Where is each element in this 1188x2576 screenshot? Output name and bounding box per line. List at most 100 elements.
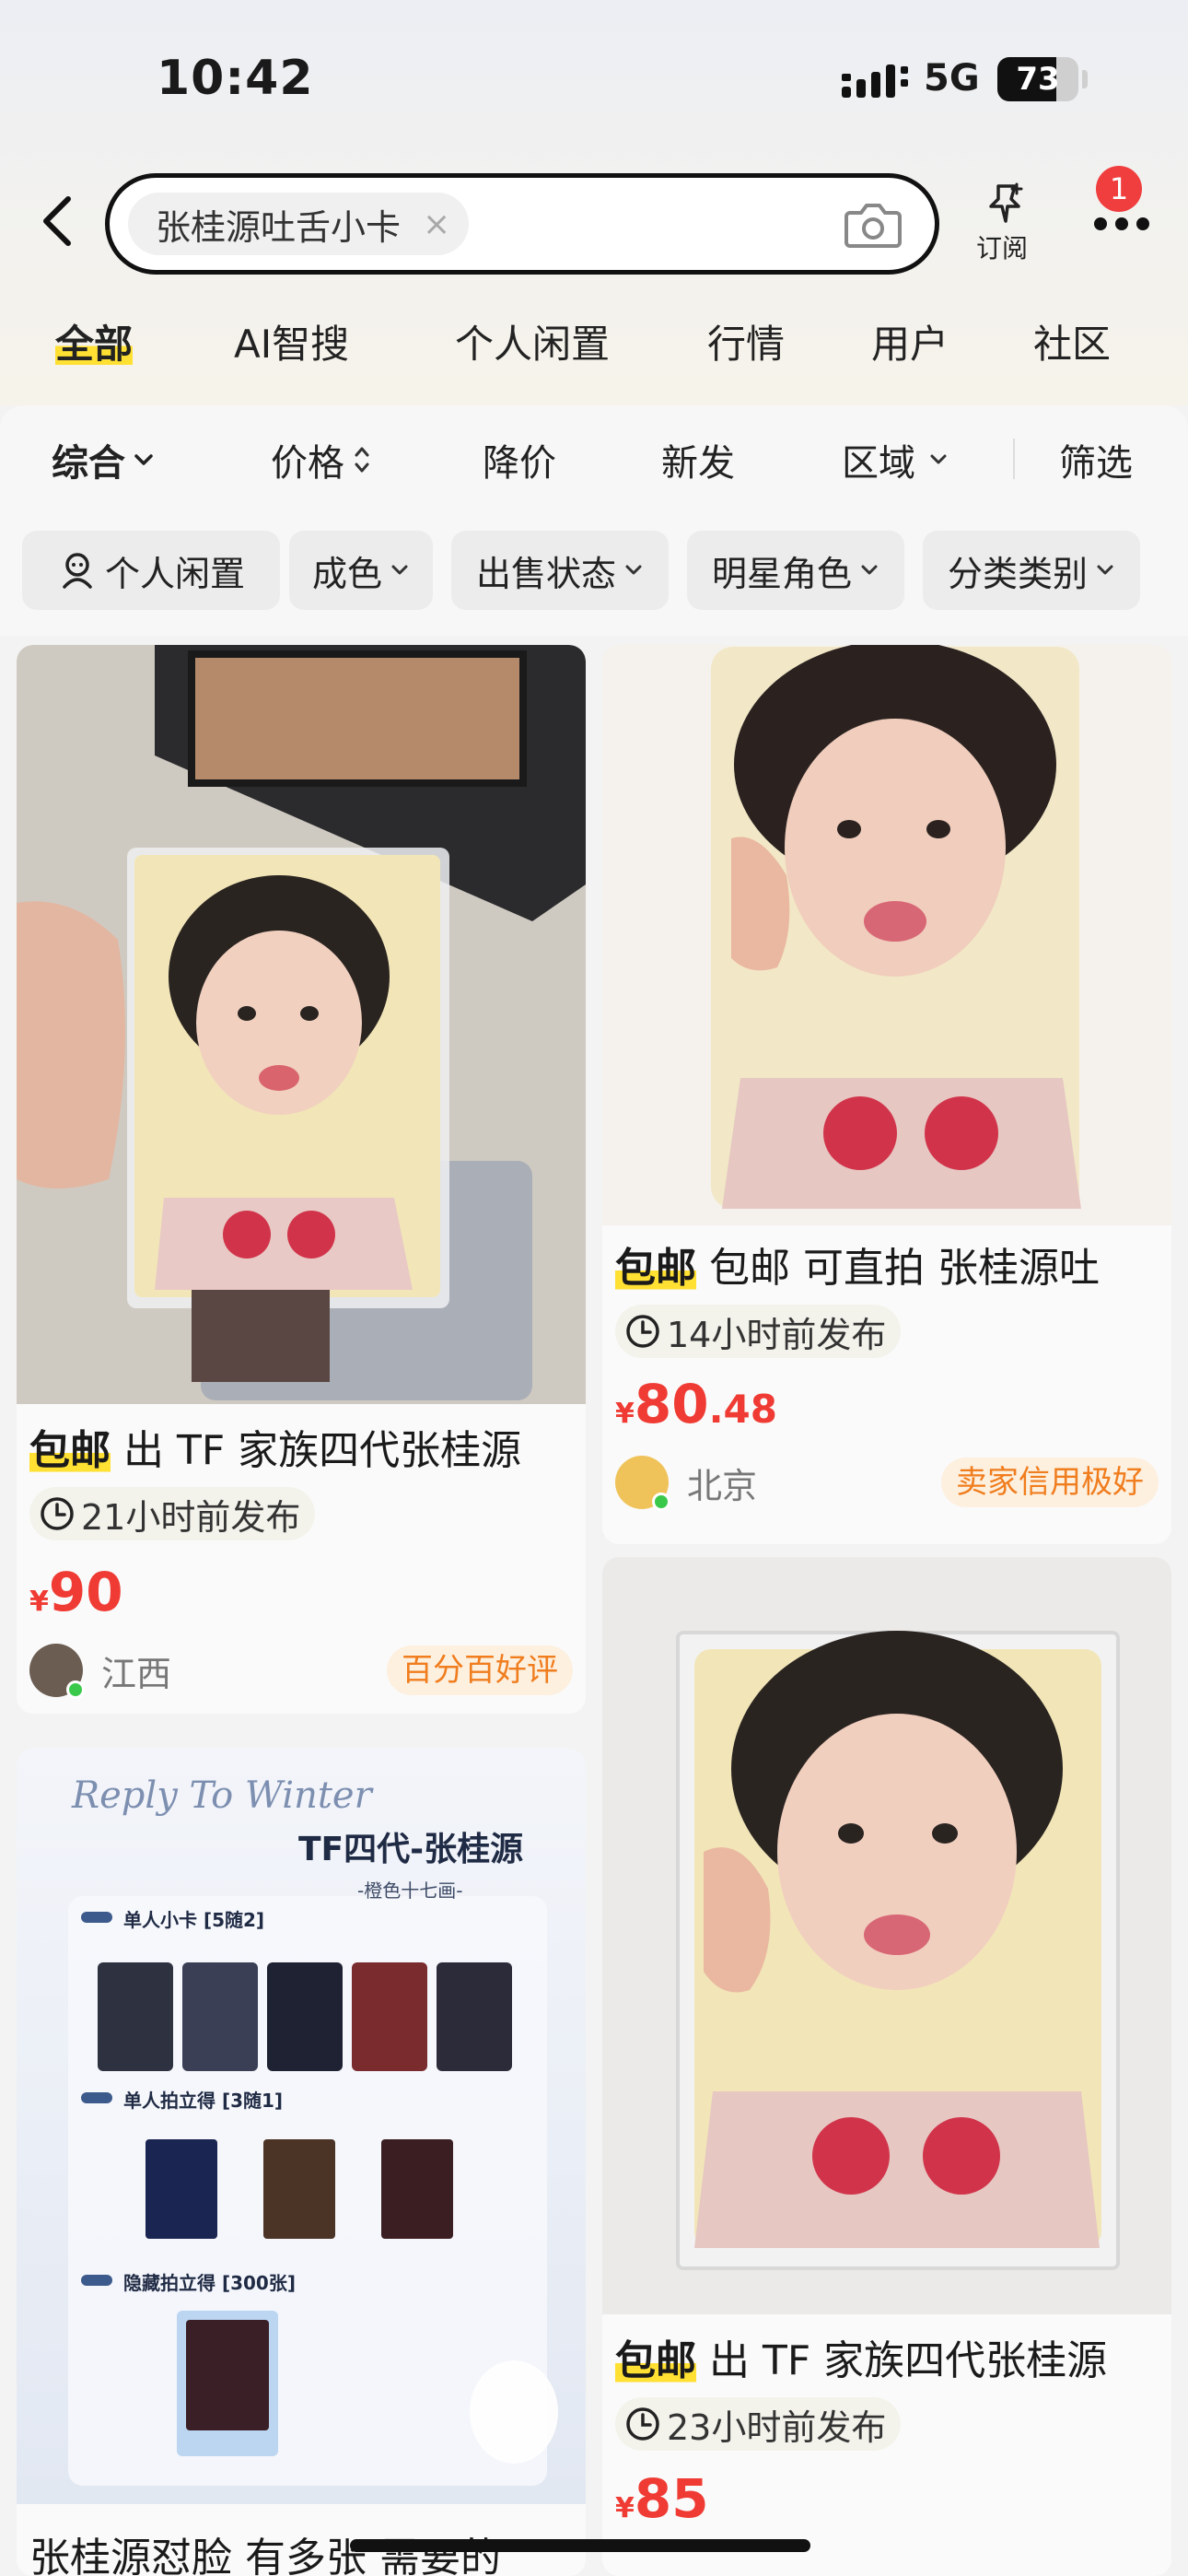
listing-price: ¥90	[29, 1561, 123, 1623]
listing-title[interactable]: 包邮 出 TF 家族四代张桂源	[615, 2327, 1168, 2386]
sort-filter-label: 筛选	[1059, 442, 1133, 485]
listing-photo[interactable]: Reply To Winter TF四代-张桂源 -橙色十七画- 单人小卡 [5…	[17, 1749, 586, 2504]
camera-icon[interactable]	[843, 198, 903, 252]
seller-info[interactable]: 江西	[29, 1644, 171, 1699]
signal-icon	[842, 64, 908, 98]
battery-level: 73	[1016, 61, 1060, 98]
poster-section-hidden: 隐藏拍立得 [300张]	[123, 2272, 296, 2294]
category-tabs: 全部 AI智搜 个人闲置 行情 用户 社区	[0, 313, 1188, 378]
seller-avatar[interactable]	[615, 1456, 670, 1511]
listing-time-text: 23小时前发布	[667, 2406, 887, 2448]
filter-star-role[interactable]: 明星角色	[687, 531, 904, 610]
sort-region-label: 区域	[842, 442, 915, 485]
listing-title-text: 出 TF 家族四代张桂源	[696, 2337, 1108, 2384]
free-shipping-tag: 包邮	[615, 2337, 696, 2384]
poster-heading: TF四代-张桂源	[298, 1831, 524, 1868]
filter-personal-idle-label: 个人闲置	[104, 553, 245, 594]
listing-title-text: 出 TF 家族四代张桂源	[111, 1427, 522, 1474]
tab-users[interactable]: 用户	[871, 313, 949, 369]
filter-sale-status-label: 出售状态	[475, 553, 616, 594]
listing-photo[interactable]	[17, 645, 586, 1404]
photocard-photo	[602, 1557, 1171, 2314]
search-box[interactable]: 张桂源吐舌小卡 ×	[105, 173, 939, 275]
subscribe-button[interactable]: 订阅	[973, 181, 1037, 273]
filter-sale-status[interactable]: 出售状态	[451, 531, 669, 610]
currency-symbol: ¥	[29, 1586, 49, 1618]
person-icon	[63, 553, 92, 589]
sort-comprehensive-label: 综合	[52, 442, 125, 485]
filter-category[interactable]: 分类类别	[923, 531, 1140, 610]
listing-photo[interactable]	[602, 1557, 1171, 2314]
free-shipping-tag: 包邮	[29, 1427, 111, 1474]
filter-star-role-label: 明星角色	[711, 553, 852, 594]
price-decimal: .48	[708, 1387, 777, 1432]
seller-info[interactable]: 北京	[615, 1456, 757, 1511]
sort-filter[interactable]: 筛选	[1059, 433, 1133, 486]
filter-personal-idle[interactable]: 个人闲置	[22, 531, 280, 610]
sort-price[interactable]: 价格	[271, 433, 372, 486]
listing-time: 21小时前发布	[29, 1487, 316, 1540]
seller-avatar[interactable]	[29, 1644, 85, 1699]
rating-badge: 卖家信用极好	[941, 1458, 1159, 1507]
search-query-text: 张桂源吐舌小卡	[156, 206, 402, 248]
chevron-down-icon	[625, 565, 642, 575]
chevron-down-icon	[930, 454, 947, 464]
subscribe-label: 订阅	[975, 233, 1028, 263]
sort-price-drop[interactable]: 降价	[483, 433, 556, 486]
sort-region[interactable]: 区域	[842, 433, 950, 486]
listing-price: ¥80.48	[615, 1373, 777, 1435]
sort-new-label: 新发	[661, 442, 735, 485]
listing-time-text: 21小时前发布	[81, 1496, 301, 1538]
poster-subheading: -橙色十七画-	[357, 1879, 463, 1902]
photocard-photo	[17, 645, 586, 1404]
listing-title[interactable]: 包邮 出 TF 家族四代张桂源	[29, 1417, 582, 1476]
clock-icon	[626, 2407, 659, 2441]
filter-condition[interactable]: 成色	[289, 531, 433, 610]
clock-icon	[626, 1315, 659, 1348]
currency-symbol: ¥	[615, 1398, 635, 1430]
listing-time: 14小时前发布	[615, 1305, 902, 1358]
poster-section-single-card: 单人小卡 [5随2]	[123, 1909, 265, 1931]
listing-time: 23小时前发布	[615, 2397, 902, 2451]
tab-all[interactable]: 全部	[55, 313, 134, 369]
clear-query-icon[interactable]: ×	[423, 205, 450, 243]
listing-card[interactable]: 包邮 出 TF 家族四代张桂源 21小时前发布 ¥90 江西 百分百好评	[17, 645, 586, 1714]
clock-icon	[41, 1497, 74, 1530]
poster-section-polaroid: 单人拍立得 [3随1]	[123, 2090, 284, 2112]
price-integer: 85	[634, 2467, 709, 2530]
listing-title-text: 包邮 可直拍 张桂源吐	[696, 1245, 1100, 1292]
chevron-down-icon	[1097, 565, 1113, 575]
online-dot	[652, 1493, 670, 1511]
listing-title[interactable]: 包邮 包邮 可直拍 张桂源吐	[615, 1235, 1168, 1294]
sort-comprehensive[interactable]: 综合	[52, 433, 155, 486]
sort-new[interactable]: 新发	[661, 433, 735, 486]
battery-tip	[1082, 70, 1088, 88]
tab-ai-search[interactable]: AI智搜	[234, 313, 349, 369]
sort-price-drop-label: 降价	[483, 442, 556, 485]
filter-category-label: 分类类别	[947, 553, 1088, 594]
currency-symbol: ¥	[615, 2492, 635, 2524]
back-arrow-icon[interactable]	[37, 192, 83, 251]
more-dots-icon[interactable]	[1092, 210, 1151, 238]
listing-card[interactable]: Reply To Winter TF四代-张桂源 -橙色十七画- 单人小卡 [5…	[17, 1749, 586, 2576]
rating-badge: 百分百好评	[387, 1645, 573, 1695]
listing-photo[interactable]	[602, 645, 1171, 1225]
tab-market[interactable]: 行情	[707, 313, 785, 369]
listing-price: ¥85	[615, 2467, 709, 2530]
listing-card[interactable]: 包邮 包邮 可直拍 张桂源吐 14小时前发布 ¥80.48 北京 卖家信用极好	[602, 645, 1171, 1544]
chevron-down-icon	[134, 454, 153, 465]
chevron-down-icon	[861, 565, 878, 575]
battery-icon: 73	[997, 57, 1078, 101]
poster-script: Reply To Winter	[72, 1774, 372, 1817]
listing-card[interactable]: 包邮 出 TF 家族四代张桂源 23小时前发布 ¥85	[602, 1557, 1171, 2576]
photocard-photo	[602, 645, 1171, 1225]
sort-divider	[1013, 439, 1015, 479]
filter-condition-label: 成色	[311, 553, 382, 594]
free-shipping-tag: 包邮	[615, 1245, 696, 1292]
online-dot	[66, 1680, 85, 1699]
tab-community[interactable]: 社区	[1033, 313, 1111, 369]
search-query-chip[interactable]: 张桂源吐舌小卡 ×	[128, 193, 470, 255]
price-integer: 80	[634, 1373, 709, 1435]
tab-personal-idle[interactable]: 个人闲置	[455, 313, 610, 369]
chevron-down-icon	[391, 565, 408, 575]
